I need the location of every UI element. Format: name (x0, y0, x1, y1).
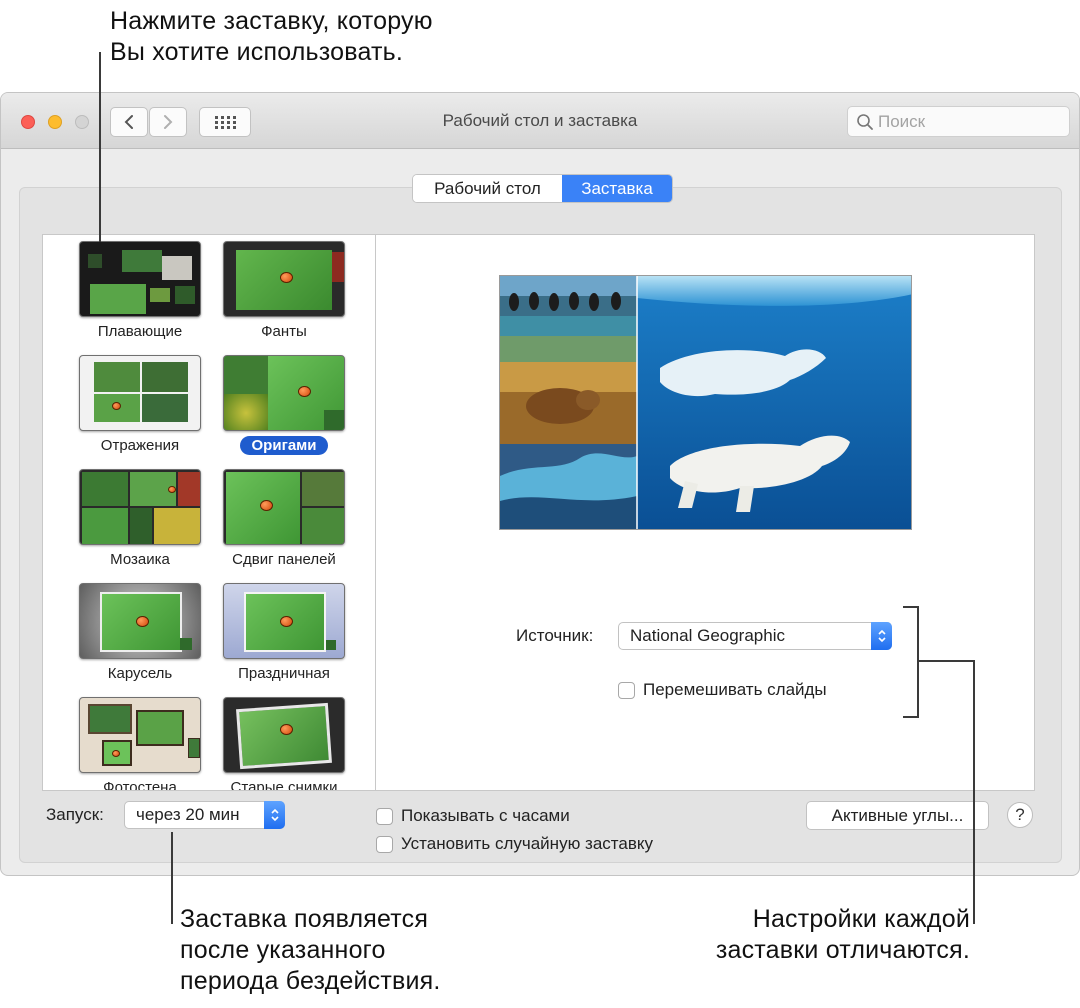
callout-bottom-right-line1: Настройки каждой (752, 905, 970, 933)
screensaver-label: Отражения (100, 437, 180, 454)
preview-image (500, 276, 911, 529)
callout-bottom-right: Настройки каждой заставки отличаются. (672, 904, 970, 966)
callout-top-line1: Нажмите заставку, которую (110, 7, 433, 35)
screensaver-thumbnail (79, 355, 201, 431)
show-with-clock-label: Показывать с часами (401, 806, 570, 825)
source-value: National Geographic (630, 626, 785, 645)
screensaver-item[interactable]: Мозаика (70, 469, 210, 569)
screensaver-label: Сдвиг панелей (232, 551, 336, 568)
callout-bottom-right-line2: заставки отличаются. (715, 936, 970, 964)
screensaver-thumbnail (223, 697, 345, 773)
search-icon (857, 113, 873, 130)
bracket-bottom (903, 716, 919, 718)
callout-top-leader (99, 52, 101, 242)
screensaver-list[interactable]: Плавающие Фанты Отражения Оригами Мозаик… (42, 234, 376, 791)
random-screensaver-label: Установить случайную заставку (401, 834, 653, 853)
screensaver-thumbnail (223, 469, 345, 545)
popup-arrows-icon (264, 801, 285, 829)
screensaver-item[interactable]: Сдвиг панелей (214, 469, 354, 569)
popup-arrows-icon (871, 622, 892, 650)
title-bar: Рабочий стол и заставка (1, 93, 1079, 149)
source-label: Источник: (516, 626, 594, 645)
screensaver-thumbnail (79, 583, 201, 659)
hot-corners-button[interactable]: Активные углы... (806, 801, 989, 830)
screensaver-item[interactable]: Плавающие (70, 241, 210, 341)
screensaver-label: Плавающие (97, 323, 183, 340)
tab-screensaver[interactable]: Заставка (562, 175, 672, 202)
screensaver-label: Фотостена (103, 779, 177, 791)
start-after-value: через 20 мин (136, 805, 240, 824)
screensaver-item[interactable]: Оригами (214, 355, 354, 455)
callout-bottom-left-line2: после указанного (180, 936, 386, 964)
screensaver-thumbnail (223, 355, 345, 431)
callout-bottom-left-leader (171, 832, 173, 924)
tab-control: Рабочий стол Заставка (412, 174, 673, 203)
search-input[interactable] (878, 111, 1058, 132)
screensaver-item[interactable]: Отражения (70, 355, 210, 455)
shuffle-slides-checkbox[interactable]: Перемешивать слайды (618, 680, 827, 700)
source-popup[interactable]: National Geographic (618, 622, 892, 650)
screensaver-thumbnail (79, 469, 201, 545)
start-label: Запуск: (46, 805, 104, 824)
shuffle-slides-label: Перемешивать слайды (643, 680, 827, 699)
random-screensaver-checkbox[interactable]: Установить случайную заставку (376, 834, 653, 854)
bracket-vertical (917, 606, 919, 718)
screensaver-label: Фанты (261, 323, 307, 340)
tab-desktop[interactable]: Рабочий стол (413, 175, 562, 202)
show-with-clock-checkbox[interactable]: Показывать с часами (376, 806, 570, 826)
help-button[interactable]: ? (1007, 802, 1033, 828)
screensaver-preview (499, 275, 912, 530)
screensaver-label: Старые снимки (230, 779, 338, 791)
checkbox-box[interactable] (376, 807, 393, 825)
screensaver-item[interactable]: Старые снимки (214, 697, 354, 791)
bracket-leader-horizontal (917, 660, 975, 662)
checkbox-box[interactable] (618, 681, 635, 699)
screensaver-item[interactable]: Карусель (70, 583, 210, 683)
callout-top-line2: Вы хотите использовать. (110, 38, 404, 66)
search-field[interactable] (847, 106, 1070, 137)
screensaver-item[interactable]: Праздничная (214, 583, 354, 683)
screensaver-label: Праздничная (238, 665, 330, 682)
screensaver-label: Карусель (107, 665, 173, 682)
screensaver-item[interactable]: Фанты (214, 241, 354, 341)
screensaver-label-selected: Оригами (239, 436, 329, 455)
callout-bottom-left: Заставка появляется после указанного пер… (180, 904, 441, 997)
screensaver-thumbnail (223, 583, 345, 659)
screensaver-thumbnail (79, 241, 201, 317)
checkbox-box[interactable] (376, 835, 393, 853)
bracket-leader-vertical (973, 660, 975, 924)
screensaver-thumbnail (79, 697, 201, 773)
start-after-popup[interactable]: через 20 мин (124, 801, 285, 829)
callout-top: Нажмите заставку, которую Вы хотите испо… (110, 6, 433, 68)
callout-bottom-left-line3: периода бездействия. (180, 967, 441, 995)
screensaver-item[interactable]: Фотостена (70, 697, 210, 791)
screensaver-thumbnail (223, 241, 345, 317)
callout-bottom-left-line1: Заставка появляется (180, 905, 429, 933)
screensaver-label: Мозаика (110, 551, 170, 568)
